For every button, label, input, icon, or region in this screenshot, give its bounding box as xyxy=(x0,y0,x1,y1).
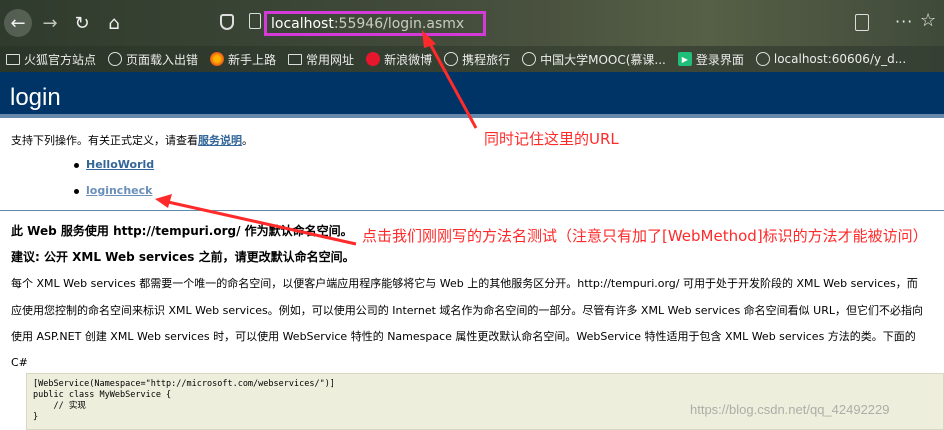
bookmark-item[interactable]: 携程旅行 xyxy=(444,51,510,68)
page-header: login xyxy=(0,72,944,118)
bookmark-label: 常用网址 xyxy=(306,52,355,67)
operation-link-logincheck[interactable]: logincheck xyxy=(86,184,152,197)
paragraph: 使用 ASP.NET 创建 XML Web services 时，可以使用 We… xyxy=(11,330,916,343)
globe-icon xyxy=(755,52,770,66)
bookmark-item[interactable]: ▶ 登录界面 xyxy=(677,51,744,68)
home-icon[interactable]: ⌂ xyxy=(100,9,128,37)
bookmark-label: 新浪微博 xyxy=(384,52,433,67)
bookmark-item[interactable]: 新浪微博 xyxy=(366,51,432,68)
shield-ext-icon[interactable]: ☆ xyxy=(920,10,936,31)
bookmark-item[interactable]: 常用网址 xyxy=(288,51,354,68)
bookmark-label: 携程旅行 xyxy=(462,52,511,67)
bookmark-label: 火狐官方站点 xyxy=(24,52,97,67)
forward-arrow-icon[interactable]: → xyxy=(36,9,64,37)
bookmark-label: localhost:60606/y_d... xyxy=(773,52,907,66)
globe-icon xyxy=(108,52,123,66)
reload-icon[interactable]: ↻ xyxy=(68,9,96,37)
bookmark-label: 页面载入出错 xyxy=(126,52,199,67)
bookmark-label: 新手上路 xyxy=(228,52,277,67)
bookmark-item[interactable]: 中国大学MOOC(慕课... xyxy=(522,51,666,68)
watermark: https://blog.csdn.net/qq_42492229 xyxy=(690,402,890,417)
folder-icon xyxy=(6,53,20,65)
url-host: localhost xyxy=(271,15,334,32)
paragraph: 每个 XML Web services 都需要一个唯一的命名空间，以便客户端应用… xyxy=(11,277,918,290)
operation-item: HelloWorld xyxy=(74,158,154,171)
intro-label: 支持下列操作。有关正式定义，请查看 xyxy=(11,134,198,147)
language-label: C# xyxy=(11,356,28,369)
globe-icon xyxy=(522,52,537,66)
back-arrow-icon[interactable]: ← xyxy=(4,9,32,37)
annotation-method-note: 点击我们刚刚写的方法名测试（注意只有加了[WebMethod]标识的方法才能被访… xyxy=(362,227,928,245)
annotation-url-note: 同时记住这里的URL xyxy=(484,130,619,148)
intro-text: 支持下列操作。有关正式定义，请查看服务说明。 xyxy=(11,132,253,148)
operation-link-helloworld[interactable]: HelloWorld xyxy=(86,158,154,171)
folder-icon xyxy=(288,53,303,65)
bookmark-label: 登录界面 xyxy=(695,52,744,67)
url-bar[interactable]: localhost:55946/login.asmx xyxy=(264,11,486,36)
namespace-notice: 此 Web 服务使用 http://tempuri.org/ 作为默认命名空间。 xyxy=(11,224,353,238)
bookmark-item[interactable]: localhost:60606/y_d... xyxy=(755,52,907,66)
browser-toolbar: ← → ↻ ⌂ localhost:55946/login.asmx ··· ☆ xyxy=(0,0,944,46)
weibo-icon xyxy=(366,52,381,66)
paragraph: 应使用您控制的命名空间来标识 XML Web services。例如，可以使用公… xyxy=(11,304,924,317)
reader-view-icon[interactable] xyxy=(855,14,869,31)
namespace-recommendation: 建议: 公开 XML Web services 之前，请更改默认命名空间。 xyxy=(11,250,355,264)
divider xyxy=(0,210,944,211)
bullet-icon xyxy=(74,162,79,168)
bullet-icon xyxy=(74,188,79,194)
annotation-arrowhead-method xyxy=(155,194,172,208)
shield-icon[interactable] xyxy=(220,14,234,30)
bookmark-item[interactable]: 页面载入出错 xyxy=(108,51,198,68)
play-icon: ▶ xyxy=(677,52,692,66)
page-title: login xyxy=(10,84,61,111)
url-path: :55946/login.asmx xyxy=(333,15,465,32)
bookmark-label: 中国大学MOOC(慕课... xyxy=(540,52,666,67)
intro-end: 。 xyxy=(242,134,253,147)
more-actions-icon[interactable]: ··· xyxy=(895,12,913,31)
page-info-icon[interactable] xyxy=(249,13,261,29)
bookmark-item[interactable]: 火狐官方站点 xyxy=(6,51,96,68)
service-description-link[interactable]: 服务说明 xyxy=(198,134,242,147)
bookmarks-bar: 火狐官方站点 页面载入出错 新手上路 常用网址 新浪微博 携程旅行 中国大学MO… xyxy=(0,46,944,72)
bookmark-item[interactable]: 新手上路 xyxy=(210,51,276,68)
operation-item: logincheck xyxy=(74,184,152,197)
firefox-icon xyxy=(210,52,225,66)
globe-icon xyxy=(444,52,459,66)
